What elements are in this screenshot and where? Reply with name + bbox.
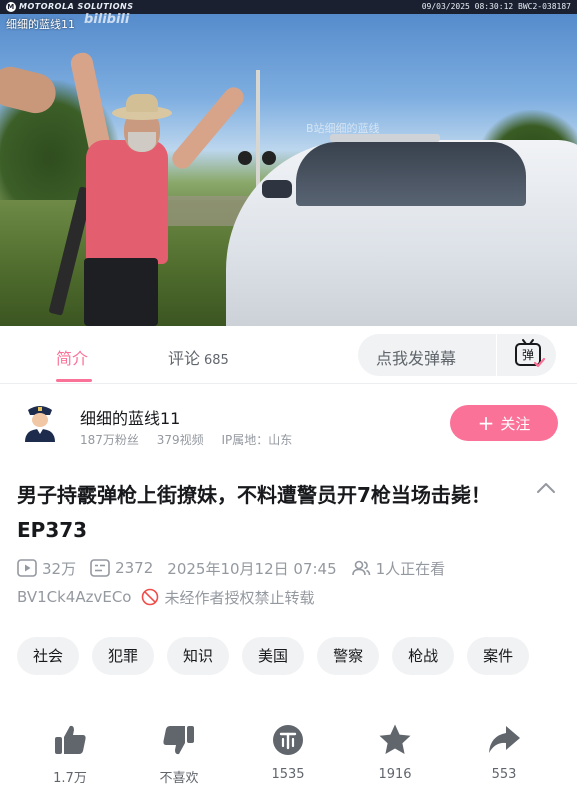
thumb-up-icon: [55, 725, 86, 754]
danmaku-placeholder: 点我发弹幕: [376, 349, 457, 368]
danmaku-count: 2372: [115, 559, 154, 577]
forbidden-icon: [142, 588, 159, 606]
uploader-meta: 187万粉丝 379视频 IP属地：山东: [80, 431, 306, 448]
chevron-up-icon[interactable]: [536, 480, 556, 496]
uploader-name[interactable]: 细细的蓝线11: [80, 405, 180, 429]
dislike-label: 不喜欢: [159, 771, 199, 786]
share-button[interactable]: 553: [464, 722, 544, 782]
action-bar: 1.7万 不喜欢 1535 1916 553: [0, 722, 577, 794]
tag-item[interactable]: 美国: [242, 637, 305, 675]
video-id-line: BV1Ck4AzvECo 未经作者授权禁止转载: [17, 586, 315, 608]
share-icon: [489, 726, 520, 753]
danmaku-toggle-button[interactable]: 弹: [508, 338, 548, 372]
scene-man-torso: [86, 140, 168, 264]
danmaku-divider: [496, 334, 497, 376]
tab-comments[interactable]: 评论 685: [168, 345, 229, 369]
watermark-bilibili-logo: bilibili: [84, 12, 130, 27]
thumb-down-icon: [163, 726, 194, 755]
tab-bar: 简介 评论 685 点我发弹幕 弹: [0, 326, 577, 384]
bodycam-timestamp: 09/03/2025 08:30:12 BWC2-038187: [421, 2, 571, 11]
play-icon: [17, 559, 37, 577]
watermark-channel: 细细的蓝线11: [6, 18, 75, 31]
favorite-count: 1916: [378, 767, 412, 782]
danmaku-input[interactable]: 点我发弹幕 弹: [358, 334, 556, 376]
scene-car-mirror: [262, 180, 292, 198]
star-icon: [379, 724, 411, 754]
danmaku-icon-char: 弹: [522, 348, 534, 362]
follow-label: 关注: [500, 414, 531, 433]
tag-item[interactable]: 知识: [167, 637, 230, 675]
video-title: 男子持霰弹枪上街撩妹，不料遭警员开7枪当场击毙！EP373: [17, 483, 491, 542]
bodycam-brand-text: MOTOROLA SOLUTIONS: [19, 2, 134, 11]
tab-comments-label: 评论: [168, 349, 201, 368]
danmaku-icon: [90, 559, 110, 577]
uploader-video-count: 379视频: [156, 433, 204, 447]
tag-item[interactable]: 案件: [467, 637, 530, 675]
tab-active-indicator: [56, 379, 92, 382]
tab-comments-count: 685: [204, 353, 229, 368]
video-player[interactable]: M MOTOROLA SOLUTIONS 09/03/2025 08:30:12 …: [0, 0, 577, 326]
bvid[interactable]: BV1Ck4AzvECo: [17, 588, 131, 606]
coin-count: 1535: [271, 767, 305, 782]
coin-icon: [273, 725, 303, 755]
share-count: 553: [491, 767, 517, 782]
scene-hat-top: [126, 94, 158, 112]
tag-item[interactable]: 犯罪: [92, 637, 155, 675]
video-stats: 32万 2372 2025年10月12日 07:45 1人正在看: [17, 557, 459, 579]
scene-man-legs: [84, 258, 158, 326]
scene-man-beard: [128, 132, 156, 152]
motorola-logo-icon: M: [6, 2, 16, 12]
uploader-ip-location: IP属地：山东: [221, 433, 293, 447]
like-button[interactable]: 1.7万: [30, 722, 110, 786]
play-count: 32万: [42, 559, 77, 578]
uploader-followers: 187万粉丝: [80, 433, 139, 447]
avatar[interactable]: [22, 402, 58, 442]
copyright-notice: 未经作者授权禁止转载: [164, 588, 315, 607]
danmaku-tv-icon: 弹: [515, 339, 546, 368]
tag-item[interactable]: 警察: [317, 637, 380, 675]
favorite-button[interactable]: 1916: [355, 722, 435, 782]
watermark-center: B站细细的蓝线: [306, 122, 380, 135]
dislike-button[interactable]: 不喜欢: [139, 722, 219, 786]
watching-now: 1人正在看: [375, 559, 446, 578]
uploader-row: 细细的蓝线11 187万粉丝 379视频 IP属地：山东 + 关注: [0, 398, 577, 454]
publish-time: 2025年10月12日 07:45: [167, 559, 337, 578]
tab-intro[interactable]: 简介: [56, 345, 88, 369]
tag-list: 社会 犯罪 知识 美国 警察 枪战 案件: [17, 637, 542, 675]
like-count: 1.7万: [53, 771, 87, 786]
scene-car-windshield: [296, 142, 526, 206]
people-icon: [351, 560, 370, 576]
coin-button[interactable]: 1535: [248, 722, 328, 782]
follow-button[interactable]: + 关注: [450, 405, 558, 441]
plus-icon: +: [477, 411, 495, 435]
tag-item[interactable]: 社会: [17, 637, 80, 675]
scene-crossing-signal: [236, 148, 280, 168]
tag-item[interactable]: 枪战: [392, 637, 455, 675]
police-officer-avatar-icon: [25, 406, 55, 442]
